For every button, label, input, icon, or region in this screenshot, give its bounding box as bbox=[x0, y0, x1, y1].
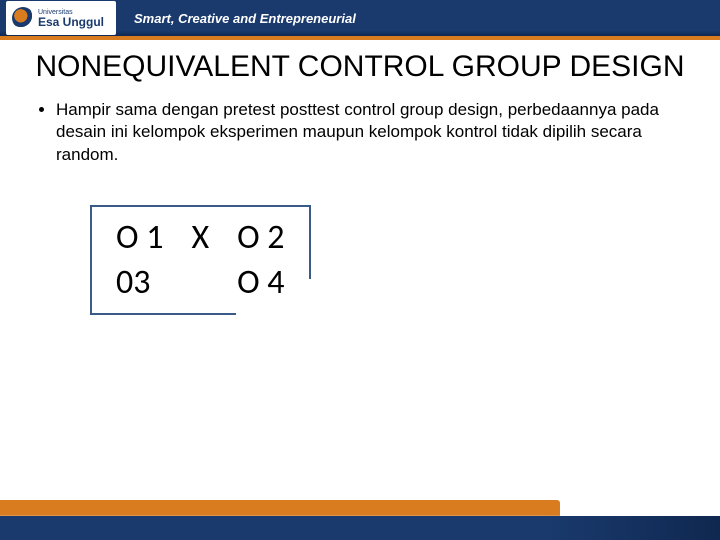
design-diagram: O 1 X O 2 03 O 4 bbox=[90, 205, 311, 315]
bullet-list: Hampir sama dengan pretest posttest cont… bbox=[30, 99, 690, 168]
cell-o1: O 1 bbox=[102, 215, 177, 260]
logo-main-text: Esa Unggul bbox=[38, 16, 104, 28]
table-row: 03 O 4 bbox=[102, 260, 299, 305]
slide-title: NONEQUIVALENT CONTROL GROUP DESIGN bbox=[30, 50, 690, 85]
slide-footer bbox=[0, 492, 720, 540]
logo-text: Universitas Esa Unggul bbox=[38, 9, 104, 28]
tagline: Smart, Creative and Entrepreneurial bbox=[134, 11, 356, 26]
cell-empty bbox=[177, 260, 223, 305]
cell-o2: O 2 bbox=[223, 215, 298, 260]
university-logo: Universitas Esa Unggul bbox=[6, 1, 116, 35]
table-row: O 1 X O 2 bbox=[102, 215, 299, 260]
cell-o4: O 4 bbox=[223, 260, 298, 305]
cell-o3: 03 bbox=[102, 260, 177, 305]
logo-swirl-icon bbox=[12, 7, 34, 29]
cell-x: X bbox=[177, 215, 223, 260]
slide-header: Universitas Esa Unggul Smart, Creative a… bbox=[0, 0, 720, 40]
bullet-item: Hampir sama dengan pretest posttest cont… bbox=[56, 99, 690, 168]
footer-blue-band bbox=[0, 516, 720, 540]
design-table: O 1 X O 2 03 O 4 bbox=[102, 215, 299, 305]
slide-content: NONEQUIVALENT CONTROL GROUP DESIGN Hampi… bbox=[0, 40, 720, 320]
